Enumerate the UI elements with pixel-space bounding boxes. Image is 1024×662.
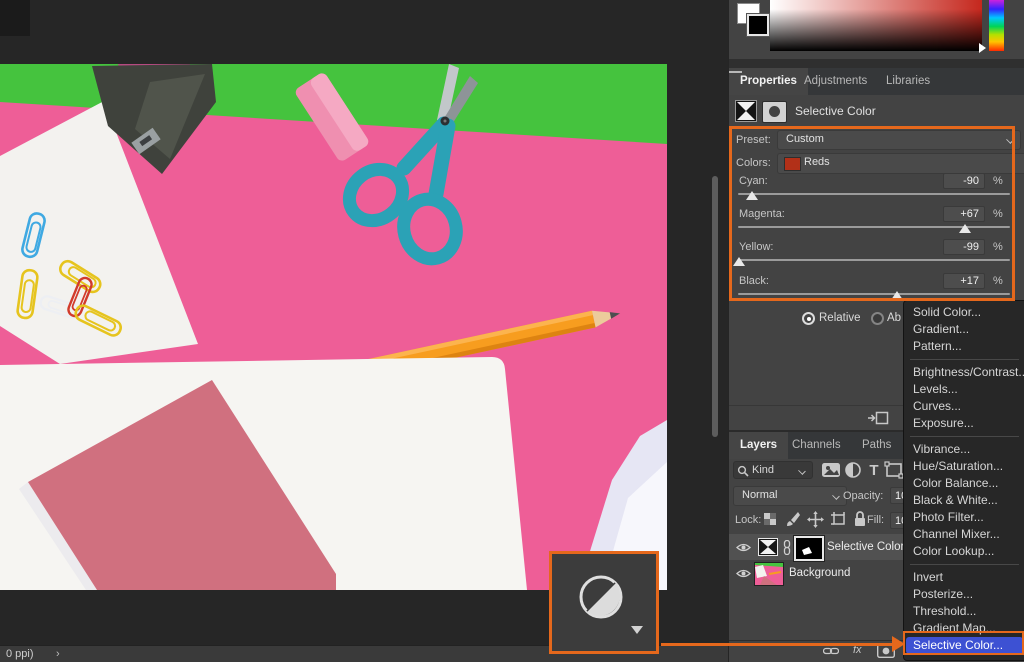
gradient-pointer-icon [979,43,986,53]
menu-item-photo-filter[interactable]: Photo Filter... [904,509,1024,526]
opacity-label: Opacity: [843,490,883,502]
layer-filter-dropdown[interactable]: Kind [733,461,813,479]
svg-text:T: T [869,462,878,479]
layer-thumbnail[interactable] [754,562,784,586]
tab-layers[interactable]: Layers [729,432,788,459]
lock-all-icon[interactable] [853,510,867,527]
filter-type-layer-icon[interactable]: T [864,461,884,479]
menu-item-invert[interactable]: Invert [904,569,1024,586]
menu-item-vibrance[interactable]: Vibrance... [904,441,1024,458]
annotation-adjustment-button-box [549,551,659,654]
dropdown-triangle-icon[interactable] [631,626,643,634]
adjustment-menu: Solid Color...Gradient...Pattern... Brigh… [903,300,1024,661]
canvas-image[interactable] [0,64,667,590]
menu-item-hue-saturation[interactable]: Hue/Saturation... [904,458,1024,475]
annotation-arrow [661,643,896,646]
menu-item-channel-mixer[interactable]: Channel Mixer... [904,526,1024,543]
menu-item-exposure[interactable]: Exposure... [904,415,1024,432]
eye-icon[interactable] [736,568,751,579]
tab-adjustments[interactable]: Adjustments [793,68,878,95]
fill-label: Fill: [867,514,884,526]
canvas-scrollbar[interactable] [712,176,718,437]
lock-transparency-icon[interactable] [763,512,778,527]
eye-icon[interactable] [736,542,751,553]
tab-paths[interactable]: Paths [851,432,902,459]
lock-paint-icon[interactable] [785,511,801,528]
chevron-down-icon [799,467,806,474]
lock-artboard-icon[interactable] [830,511,848,528]
adjustment-title: Selective Color [795,104,876,118]
tab-channels[interactable]: Channels [781,432,852,459]
relative-radio[interactable] [802,312,815,325]
absolute-label: Ab [887,312,901,324]
lock-move-icon[interactable] [807,511,824,528]
filter-adjustment-layer-icon[interactable] [843,461,863,479]
adjustment-circle-icon[interactable] [578,574,624,620]
menu-item-posterize[interactable]: Posterize... [904,586,1024,603]
menu-item-curves[interactable]: Curves... [904,398,1024,415]
chevron-down-icon [833,492,840,499]
menu-item-threshold[interactable]: Threshold... [904,603,1024,620]
toolbar-corner [0,0,30,36]
tab-libraries[interactable]: Libraries [875,68,941,95]
hue-slider[interactable] [989,0,1004,51]
menu-divider [910,564,1019,565]
filter-shape-layer-icon[interactable] [884,461,904,479]
photoshop-window: 0 ppi) › Properties Adjustments Librarie… [0,0,1024,662]
adjustment-layer-thumbnail[interactable] [758,538,778,556]
layer-name: Selective Color 1 [827,541,914,553]
blend-mode-dropdown[interactable]: Normal [733,486,847,506]
document-info: 0 ppi) [6,646,34,662]
filter-pixel-layer-icon[interactable] [821,461,841,479]
menu-item-pattern[interactable]: Pattern... [904,338,1024,355]
search-icon [737,465,749,477]
mask-badge-icon[interactable] [762,101,787,123]
menu-item-levels[interactable]: Levels... [904,381,1024,398]
clip-to-layer-icon[interactable] [867,409,889,427]
layer-row-background[interactable]: Background [729,560,911,586]
layer-name: Background [789,567,850,579]
annotation-properties-box [729,126,1015,301]
background-color-swatch[interactable] [747,14,769,36]
link-icon [782,540,792,555]
color-gradient-field[interactable] [770,0,982,51]
menu-item-brightness-contrast[interactable]: Brightness/Contrast... [904,364,1024,381]
menu-item-solid-color[interactable]: Solid Color... [904,304,1024,321]
menu-item-gradient[interactable]: Gradient... [904,321,1024,338]
layer-mask-thumbnail[interactable] [794,536,824,561]
menu-item-black-white[interactable]: Black & White... [904,492,1024,509]
menu-divider [910,359,1019,360]
status-chevron-icon[interactable]: › [56,646,60,662]
panel-divider [729,59,1024,68]
menu-divider [910,436,1019,437]
annotation-menu-item-box [903,631,1024,655]
link-layers-icon[interactable] [823,645,839,657]
absolute-radio[interactable] [871,312,884,325]
lock-label: Lock: [735,514,761,526]
relative-label: Relative [819,312,861,324]
selective-color-icon [735,100,757,122]
menu-item-color-balance[interactable]: Color Balance... [904,475,1024,492]
menu-item-color-lookup[interactable]: Color Lookup... [904,543,1024,560]
properties-tab-bar: Properties Adjustments Libraries [729,68,1024,95]
